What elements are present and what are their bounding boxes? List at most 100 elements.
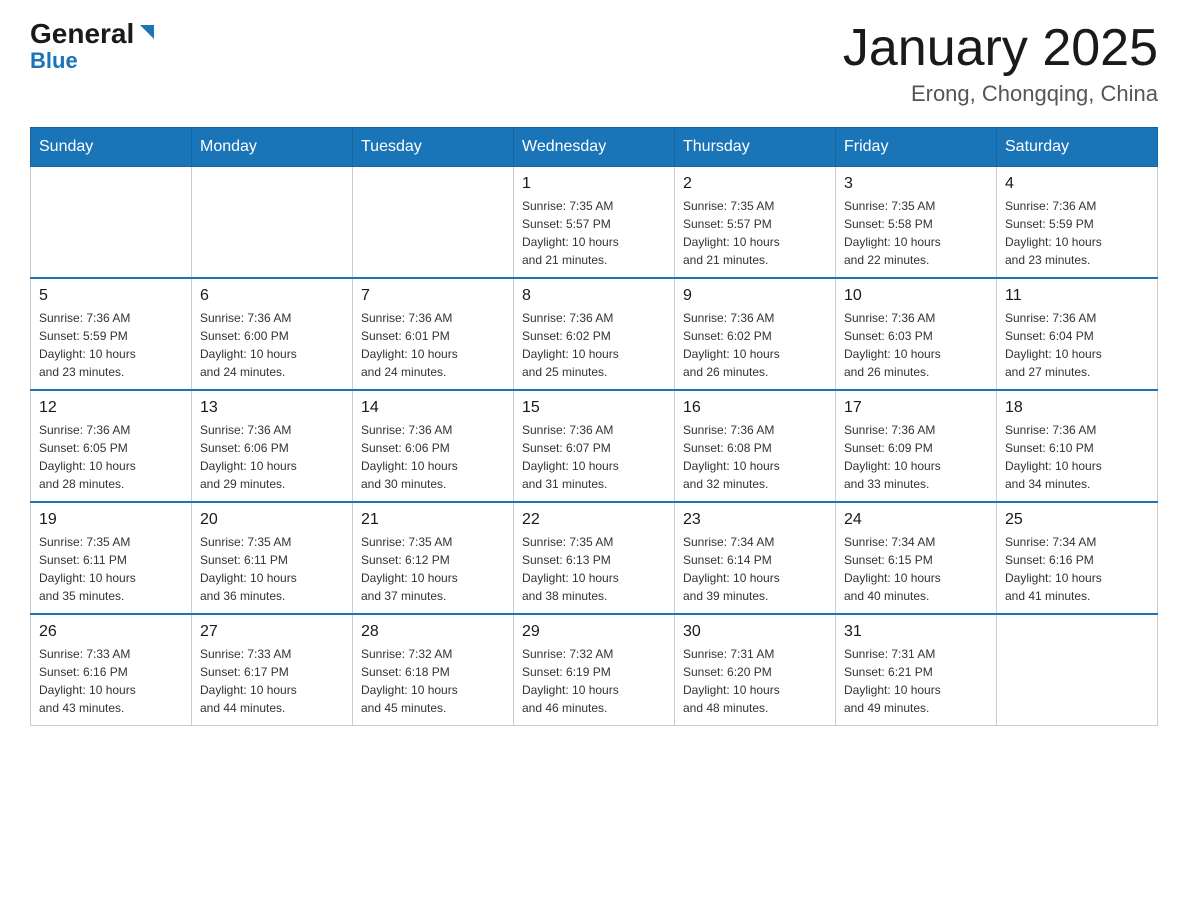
day-number: 4 bbox=[1005, 175, 1149, 193]
day-info: Sunrise: 7:33 AMSunset: 6:16 PMDaylight:… bbox=[39, 645, 183, 717]
day-info: Sunrise: 7:35 AMSunset: 5:58 PMDaylight:… bbox=[844, 197, 988, 269]
day-info: Sunrise: 7:35 AMSunset: 6:11 PMDaylight:… bbox=[200, 533, 344, 605]
day-number: 12 bbox=[39, 399, 183, 417]
day-number: 11 bbox=[1005, 287, 1149, 305]
day-number: 24 bbox=[844, 511, 988, 529]
calendar-cell: 5Sunrise: 7:36 AMSunset: 5:59 PMDaylight… bbox=[31, 278, 192, 390]
calendar-cell: 28 Sunrise: 7:32 AMSunset: 6:18 PMDayligh… bbox=[353, 614, 514, 726]
calendar-cell: 6 Sunrise: 7:36 AMSunset: 6:00 PMDaylight… bbox=[192, 278, 353, 390]
calendar-cell: 31 Sunrise: 7:31 AMSunset: 6:21 PMDayligh… bbox=[836, 614, 997, 726]
day-info: Sunrise: 7:35 AMSunset: 6:13 PMDaylight:… bbox=[522, 533, 666, 605]
day-number: 5 bbox=[39, 287, 183, 305]
calendar-week-row: 1 Sunrise: 7:35 AMSunset: 5:57 PMDaylight… bbox=[31, 167, 1158, 279]
day-number: 8 bbox=[522, 287, 666, 305]
day-number: 19 bbox=[39, 511, 183, 529]
column-header-saturday: Saturday bbox=[997, 128, 1158, 167]
calendar-cell: 4 Sunrise: 7:36 AMSunset: 5:59 PMDaylight… bbox=[997, 167, 1158, 279]
day-info: Sunrise: 7:36 AMSunset: 6:08 PMDaylight:… bbox=[683, 421, 827, 493]
location-title: Erong, Chongqing, China bbox=[843, 81, 1158, 107]
calendar-cell: 11 Sunrise: 7:36 AMSunset: 6:04 PMDayligh… bbox=[997, 278, 1158, 390]
day-number: 2 bbox=[683, 175, 827, 193]
day-info: Sunrise: 7:36 AMSunset: 6:00 PMDaylight:… bbox=[200, 309, 344, 381]
calendar-cell: 15 Sunrise: 7:36 AMSunset: 6:07 PMDayligh… bbox=[514, 390, 675, 502]
column-header-friday: Friday bbox=[836, 128, 997, 167]
column-header-thursday: Thursday bbox=[675, 128, 836, 167]
day-number: 27 bbox=[200, 623, 344, 641]
calendar-cell: 18 Sunrise: 7:36 AMSunset: 6:10 PMDayligh… bbox=[997, 390, 1158, 502]
day-info: Sunrise: 7:36 AMSunset: 6:06 PMDaylight:… bbox=[361, 421, 505, 493]
calendar-cell: 29 Sunrise: 7:32 AMSunset: 6:19 PMDayligh… bbox=[514, 614, 675, 726]
day-number: 16 bbox=[683, 399, 827, 417]
calendar-cell bbox=[997, 614, 1158, 726]
day-number: 31 bbox=[844, 623, 988, 641]
day-info: Sunrise: 7:36 AMSunset: 5:59 PMDaylight:… bbox=[1005, 197, 1149, 269]
calendar-cell: 8 Sunrise: 7:36 AMSunset: 6:02 PMDaylight… bbox=[514, 278, 675, 390]
calendar-cell: 9 Sunrise: 7:36 AMSunset: 6:02 PMDaylight… bbox=[675, 278, 836, 390]
day-info: Sunrise: 7:34 AMSunset: 6:14 PMDaylight:… bbox=[683, 533, 827, 605]
calendar-cell: 25 Sunrise: 7:34 AMSunset: 6:16 PMDayligh… bbox=[997, 502, 1158, 614]
day-info: Sunrise: 7:35 AMSunset: 6:12 PMDaylight:… bbox=[361, 533, 505, 605]
calendar-cell: 21 Sunrise: 7:35 AMSunset: 6:12 PMDayligh… bbox=[353, 502, 514, 614]
calendar-cell: 20 Sunrise: 7:35 AMSunset: 6:11 PMDayligh… bbox=[192, 502, 353, 614]
calendar-week-row: 26 Sunrise: 7:33 AMSunset: 6:16 PMDayligh… bbox=[31, 614, 1158, 726]
calendar-header-row: SundayMondayTuesdayWednesdayThursdayFrid… bbox=[31, 128, 1158, 167]
column-header-tuesday: Tuesday bbox=[353, 128, 514, 167]
day-number: 20 bbox=[200, 511, 344, 529]
calendar-cell: 3 Sunrise: 7:35 AMSunset: 5:58 PMDaylight… bbox=[836, 167, 997, 279]
day-number: 9 bbox=[683, 287, 827, 305]
calendar-cell: 17Sunrise: 7:36 AMSunset: 6:09 PMDayligh… bbox=[836, 390, 997, 502]
month-title: January 2025 bbox=[843, 20, 1158, 77]
calendar-cell: 19 Sunrise: 7:35 AMSunset: 6:11 PMDayligh… bbox=[31, 502, 192, 614]
day-info: Sunrise: 7:35 AMSunset: 5:57 PMDaylight:… bbox=[522, 197, 666, 269]
day-info: Sunrise: 7:33 AMSunset: 6:17 PMDaylight:… bbox=[200, 645, 344, 717]
day-number: 28 bbox=[361, 623, 505, 641]
day-number: 13 bbox=[200, 399, 344, 417]
day-info: Sunrise: 7:32 AMSunset: 6:18 PMDaylight:… bbox=[361, 645, 505, 717]
calendar-table: SundayMondayTuesdayWednesdayThursdayFrid… bbox=[30, 127, 1158, 726]
day-number: 22 bbox=[522, 511, 666, 529]
day-number: 6 bbox=[200, 287, 344, 305]
day-info: Sunrise: 7:35 AMSunset: 6:11 PMDaylight:… bbox=[39, 533, 183, 605]
day-info: Sunrise: 7:36 AMSunset: 6:02 PMDaylight:… bbox=[683, 309, 827, 381]
calendar-cell: 16 Sunrise: 7:36 AMSunset: 6:08 PMDayligh… bbox=[675, 390, 836, 502]
day-number: 21 bbox=[361, 511, 505, 529]
day-number: 10 bbox=[844, 287, 988, 305]
day-number: 14 bbox=[361, 399, 505, 417]
logo-triangle-icon bbox=[136, 21, 158, 43]
day-number: 25 bbox=[1005, 511, 1149, 529]
day-number: 15 bbox=[522, 399, 666, 417]
day-info: Sunrise: 7:32 AMSunset: 6:19 PMDaylight:… bbox=[522, 645, 666, 717]
calendar-cell: 22 Sunrise: 7:35 AMSunset: 6:13 PMDayligh… bbox=[514, 502, 675, 614]
page-header: General Blue January 2025 Erong, Chongqi… bbox=[30, 20, 1158, 107]
calendar-cell: 13Sunrise: 7:36 AMSunset: 6:06 PMDayligh… bbox=[192, 390, 353, 502]
day-number: 26 bbox=[39, 623, 183, 641]
day-info: Sunrise: 7:31 AMSunset: 6:20 PMDaylight:… bbox=[683, 645, 827, 717]
day-number: 30 bbox=[683, 623, 827, 641]
calendar-cell bbox=[192, 167, 353, 279]
calendar-cell: 27 Sunrise: 7:33 AMSunset: 6:17 PMDayligh… bbox=[192, 614, 353, 726]
day-number: 18 bbox=[1005, 399, 1149, 417]
logo: General Blue bbox=[30, 20, 158, 72]
day-info: Sunrise: 7:36 AMSunset: 6:10 PMDaylight:… bbox=[1005, 421, 1149, 493]
day-info: Sunrise: 7:36 AMSunset: 6:07 PMDaylight:… bbox=[522, 421, 666, 493]
day-info: Sunrise: 7:34 AMSunset: 6:16 PMDaylight:… bbox=[1005, 533, 1149, 605]
calendar-cell: 1 Sunrise: 7:35 AMSunset: 5:57 PMDaylight… bbox=[514, 167, 675, 279]
day-number: 3 bbox=[844, 175, 988, 193]
day-info: Sunrise: 7:36 AMSunset: 6:09 PMDaylight:… bbox=[844, 421, 988, 493]
calendar-week-row: 5Sunrise: 7:36 AMSunset: 5:59 PMDaylight… bbox=[31, 278, 1158, 390]
day-info: Sunrise: 7:36 AMSunset: 6:02 PMDaylight:… bbox=[522, 309, 666, 381]
day-info: Sunrise: 7:31 AMSunset: 6:21 PMDaylight:… bbox=[844, 645, 988, 717]
day-info: Sunrise: 7:34 AMSunset: 6:15 PMDaylight:… bbox=[844, 533, 988, 605]
day-number: 1 bbox=[522, 175, 666, 193]
calendar-cell: 14 Sunrise: 7:36 AMSunset: 6:06 PMDayligh… bbox=[353, 390, 514, 502]
column-header-monday: Monday bbox=[192, 128, 353, 167]
calendar-cell: 30 Sunrise: 7:31 AMSunset: 6:20 PMDayligh… bbox=[675, 614, 836, 726]
day-info: Sunrise: 7:36 AMSunset: 6:01 PMDaylight:… bbox=[361, 309, 505, 381]
day-info: Sunrise: 7:36 AMSunset: 6:03 PMDaylight:… bbox=[844, 309, 988, 381]
calendar-cell: 23Sunrise: 7:34 AMSunset: 6:14 PMDayligh… bbox=[675, 502, 836, 614]
day-info: Sunrise: 7:35 AMSunset: 5:57 PMDaylight:… bbox=[683, 197, 827, 269]
day-info: Sunrise: 7:36 AMSunset: 6:05 PMDaylight:… bbox=[39, 421, 183, 493]
day-info: Sunrise: 7:36 AMSunset: 6:04 PMDaylight:… bbox=[1005, 309, 1149, 381]
day-number: 29 bbox=[522, 623, 666, 641]
day-number: 7 bbox=[361, 287, 505, 305]
